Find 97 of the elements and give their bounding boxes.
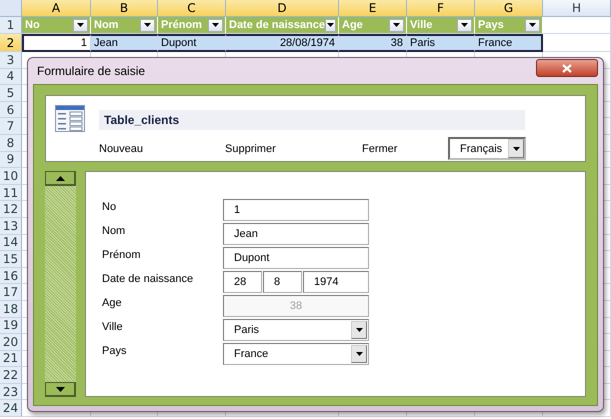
header-label: Ville xyxy=(410,19,432,31)
row-header[interactable]: 15 xyxy=(0,251,22,268)
field-label: No xyxy=(102,200,118,215)
caret-icon xyxy=(327,23,334,27)
column-header[interactable]: F xyxy=(407,0,475,17)
table-cell: 38 xyxy=(339,34,407,52)
column-header[interactable]: C xyxy=(158,0,226,17)
caret-icon xyxy=(529,23,536,27)
caret-icon xyxy=(461,23,468,27)
filter-button[interactable] xyxy=(525,18,540,32)
caret-icon xyxy=(356,352,362,356)
action-link[interactable]: Fermer xyxy=(362,142,448,155)
row-header[interactable]: 12 xyxy=(0,201,22,218)
row-header[interactable]: 23 xyxy=(0,384,22,400)
row-header[interactable]: 7 xyxy=(0,118,22,135)
caret-icon xyxy=(77,23,84,27)
close-button[interactable] xyxy=(536,59,598,77)
row-header[interactable]: 5 xyxy=(0,85,22,102)
input-field[interactable]: 8 xyxy=(263,271,302,293)
dropdown-button[interactable] xyxy=(351,321,367,339)
field-label: Date de naissance xyxy=(102,272,194,287)
caret-icon xyxy=(356,328,362,332)
header-label: Date de naissance xyxy=(229,19,325,31)
field-label: Nom xyxy=(102,224,126,239)
row-header[interactable]: 20 xyxy=(0,334,22,351)
table-cell: 1 xyxy=(22,34,91,52)
table-cell: 28/08/1974 xyxy=(226,34,339,52)
table-icon xyxy=(55,105,85,132)
row-header[interactable]: 10 xyxy=(0,168,22,185)
filter-button[interactable] xyxy=(389,18,404,32)
row-header[interactable]: 8 xyxy=(0,134,22,152)
caret-icon xyxy=(144,23,151,27)
input-field[interactable]: Jean xyxy=(223,223,369,245)
input-field[interactable]: 1 xyxy=(223,199,369,221)
filter-button[interactable] xyxy=(208,18,223,32)
scroll-up-button[interactable] xyxy=(45,171,76,186)
dropdown-field[interactable]: France xyxy=(223,343,369,365)
row-header[interactable]: 2 xyxy=(0,34,22,52)
column-header[interactable]: A xyxy=(22,0,91,17)
table-cell: Jean xyxy=(91,34,158,52)
column-header[interactable]: B xyxy=(91,0,158,17)
input-field[interactable]: 28 xyxy=(223,271,262,293)
row-header[interactable]: 11 xyxy=(0,184,22,202)
up-arrow-icon xyxy=(56,176,64,180)
caret-icon xyxy=(212,23,219,27)
row-header[interactable]: 13 xyxy=(0,218,22,235)
header-label: Age xyxy=(342,19,363,31)
header-label: No xyxy=(25,19,40,31)
dropdown-value: Paris xyxy=(234,324,260,336)
filter-button[interactable] xyxy=(140,18,155,32)
action-link[interactable]: Nouveau xyxy=(99,142,225,155)
row-header[interactable]: 1 xyxy=(0,17,22,34)
input-field[interactable]: 1974 xyxy=(303,271,369,293)
row-header[interactable]: 6 xyxy=(0,102,22,118)
caret-icon xyxy=(512,146,520,151)
row-header[interactable]: 21 xyxy=(0,350,22,368)
table-cell: Paris xyxy=(407,34,475,52)
row-header[interactable]: 3 xyxy=(0,52,22,69)
action-link[interactable]: Supprimer xyxy=(225,142,362,155)
filter-button[interactable] xyxy=(325,18,336,32)
header-label: Pays xyxy=(478,19,504,31)
column-header[interactable]: H xyxy=(543,0,611,17)
table-cell: France xyxy=(475,34,543,52)
filter-button[interactable] xyxy=(73,18,88,32)
header-label: Nom xyxy=(94,19,118,31)
column-header[interactable]: G xyxy=(475,0,543,17)
caret-icon xyxy=(393,23,400,27)
row-header[interactable]: 19 xyxy=(0,318,22,334)
down-arrow-icon xyxy=(56,386,64,392)
dropdown-button[interactable] xyxy=(508,139,524,158)
row-header[interactable]: 22 xyxy=(0,367,22,384)
field-label: Prénom xyxy=(102,248,142,263)
filter-button[interactable] xyxy=(457,18,472,32)
column-header[interactable]: D xyxy=(226,0,339,17)
table-cell: Dupont xyxy=(158,34,226,52)
input-field[interactable]: Dupont xyxy=(223,247,369,269)
row-header[interactable]: 16 xyxy=(0,268,22,284)
field-label: Ville xyxy=(102,320,124,335)
header-label: Prénom xyxy=(161,19,202,31)
column-header[interactable]: E xyxy=(339,0,407,17)
language-dropdown[interactable]: Français xyxy=(448,137,526,160)
table-name: Table_clients xyxy=(99,110,525,130)
field-label: Age xyxy=(102,296,123,311)
field-label: Pays xyxy=(102,344,128,359)
window-title: Formulaire de saisie xyxy=(36,64,146,78)
row-header[interactable]: 18 xyxy=(0,300,22,318)
dropdown-field[interactable]: Paris xyxy=(223,319,369,341)
row-header[interactable]: 9 xyxy=(0,152,22,168)
row-header[interactable]: 24 xyxy=(0,400,22,418)
dropdown-value: Français xyxy=(460,142,502,155)
dropdown-value: France xyxy=(234,348,268,360)
dropdown-button[interactable] xyxy=(351,345,367,363)
scroll-down-button[interactable] xyxy=(45,382,76,397)
row-header[interactable]: 17 xyxy=(0,284,22,301)
row-header[interactable]: 14 xyxy=(0,234,22,252)
row-header[interactable]: 4 xyxy=(0,68,22,86)
close-icon xyxy=(562,64,572,72)
